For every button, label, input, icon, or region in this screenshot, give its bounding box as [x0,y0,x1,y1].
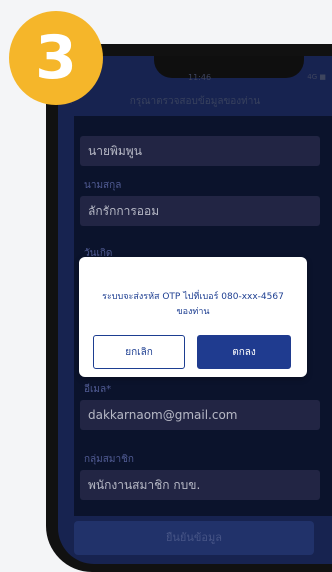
otp-message-line2: ของท่าน [176,307,210,317]
step-number-badge: 3 [9,11,103,105]
otp-message-line1: ระบบจะส่งรหัส OTP ไปที่เบอร์ 080-xxx-456… [102,292,284,302]
step-number: 3 [35,23,77,93]
ok-button[interactable]: ตกลง [197,335,291,369]
otp-message: ระบบจะส่งรหัส OTP ไปที่เบอร์ 080-xxx-456… [89,290,297,320]
cancel-button[interactable]: ยกเลิก [93,335,185,369]
otp-confirm-dialog: ระบบจะส่งรหัส OTP ไปที่เบอร์ 080-xxx-456… [79,257,307,377]
